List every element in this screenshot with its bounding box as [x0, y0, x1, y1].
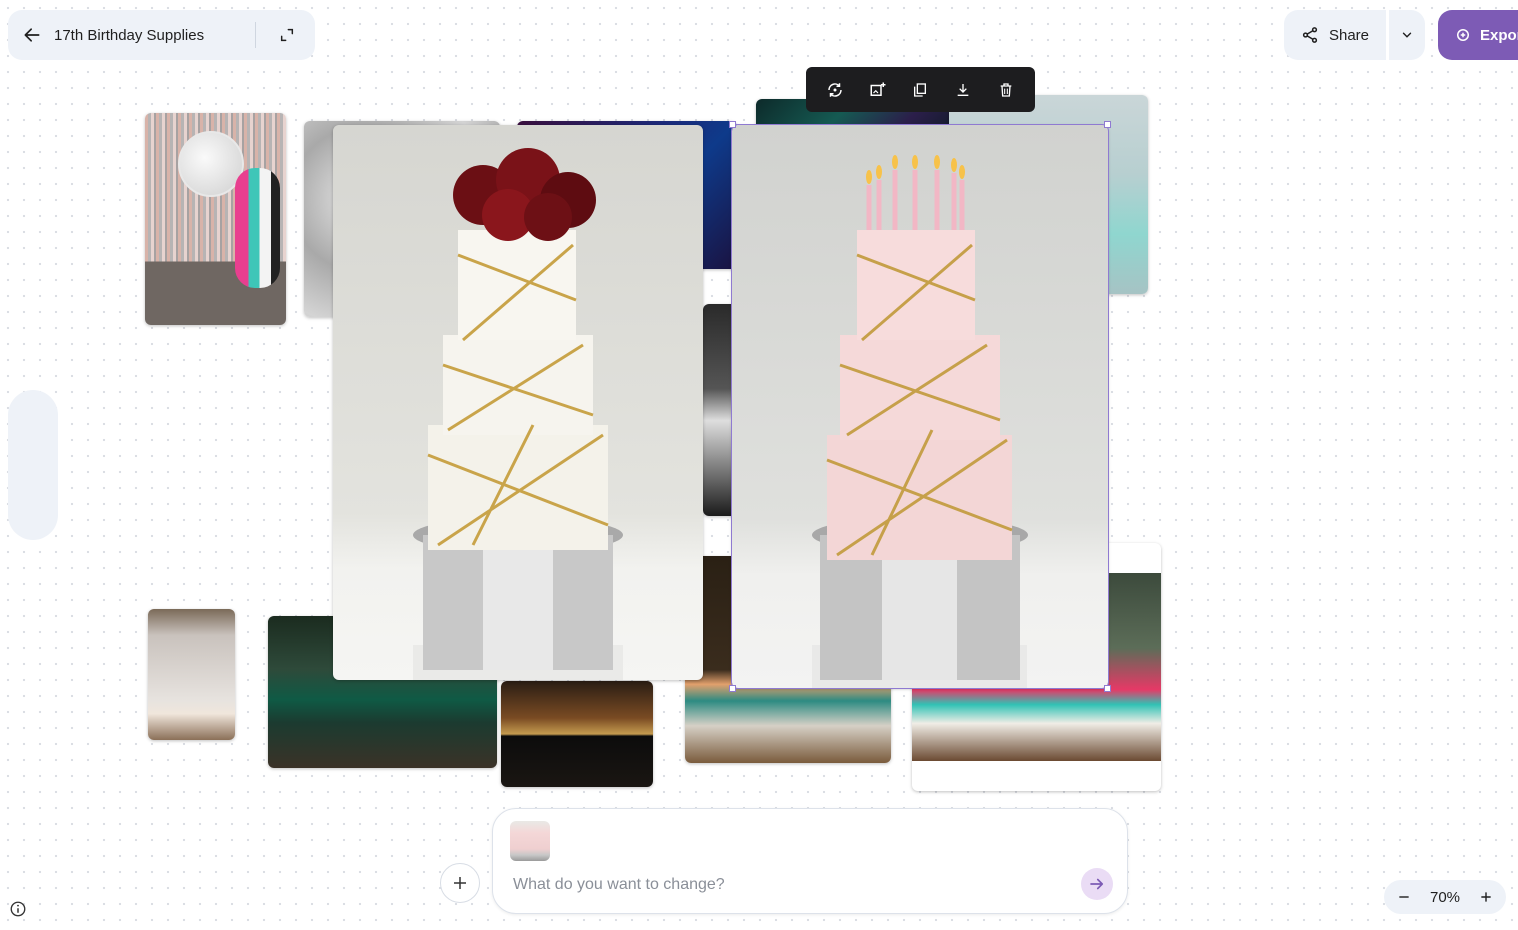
info-button[interactable] — [9, 900, 27, 918]
info-icon — [10, 901, 26, 917]
download-icon — [957, 83, 969, 96]
zoom-control: 70% — [1384, 880, 1506, 914]
share-icon — [1302, 27, 1318, 43]
arrow-left-icon — [24, 28, 40, 42]
feather-boa-shape — [235, 168, 280, 288]
attached-image-thumbnail[interactable] — [510, 821, 550, 861]
expand-button[interactable] — [276, 24, 298, 46]
zoom-level: 70% — [1429, 888, 1461, 906]
white-cake-image[interactable] — [333, 125, 703, 680]
resize-handle-bottom-left[interactable] — [729, 685, 736, 692]
pink-cake-illustration — [812, 155, 1028, 688]
duplicate-button[interactable] — [906, 76, 934, 104]
image-toolbar — [806, 67, 1035, 112]
white-cake-illustration — [413, 148, 623, 680]
photo-booth-backdrop-image[interactable] — [145, 113, 286, 325]
chevron-down-icon — [1402, 32, 1412, 38]
pink-cake-image-selected[interactable] — [731, 124, 1109, 689]
prompt-box — [492, 808, 1128, 914]
back-button[interactable] — [10, 10, 54, 60]
prompt-input[interactable] — [511, 871, 1055, 899]
export-button[interactable]: Export — [1438, 10, 1518, 60]
trash-icon — [1000, 82, 1012, 97]
side-toolbar — [8, 390, 58, 540]
minus-icon — [1399, 896, 1409, 898]
edit-image-button[interactable] — [864, 76, 892, 104]
add-button[interactable] — [440, 863, 480, 903]
divider — [255, 22, 256, 48]
image-edit-icon — [870, 82, 886, 96]
export-icon — [1457, 29, 1469, 41]
send-button[interactable] — [1081, 868, 1113, 900]
cocktail-bar-image[interactable] — [501, 681, 653, 787]
download-button[interactable] — [949, 76, 977, 104]
regenerate-button[interactable] — [821, 76, 849, 104]
plus-icon — [1481, 892, 1491, 902]
share-options-dropdown[interactable] — [1389, 10, 1425, 60]
copy-icon — [914, 82, 927, 97]
refresh-icon — [828, 82, 843, 97]
export-label: Export — [1480, 26, 1518, 44]
resize-handle-bottom-right[interactable] — [1104, 685, 1111, 692]
resize-handle-top-left[interactable] — [729, 121, 736, 128]
expand-icon — [280, 28, 294, 42]
share-button[interactable]: Share — [1284, 10, 1386, 60]
welcome-sign-image[interactable] — [148, 609, 235, 740]
zoom-in-button[interactable] — [1478, 889, 1494, 905]
arrow-right-icon — [1090, 878, 1104, 890]
plus-icon — [454, 877, 466, 889]
project-title-bar: 17th Birthday Supplies — [8, 10, 315, 60]
zoom-out-button[interactable] — [1396, 889, 1412, 905]
delete-button[interactable] — [992, 76, 1020, 104]
project-title: 17th Birthday Supplies — [54, 26, 205, 44]
resize-handle-top-right[interactable] — [1104, 121, 1111, 128]
share-label: Share — [1328, 26, 1370, 44]
